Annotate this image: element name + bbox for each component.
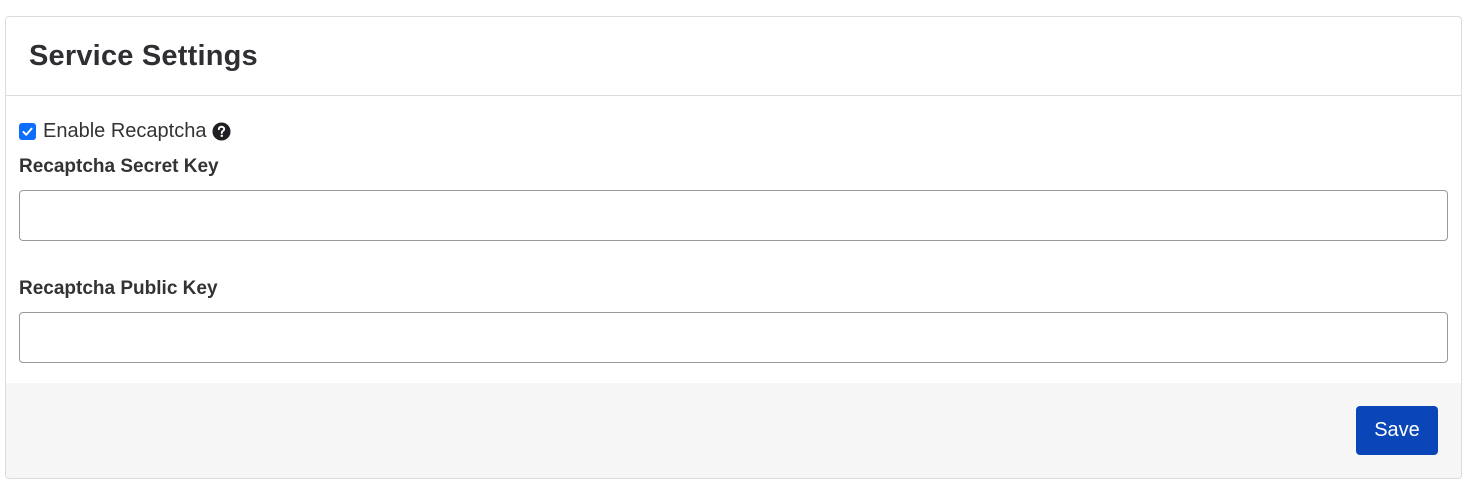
checkmark-icon	[22, 127, 33, 136]
enable-recaptcha-label[interactable]: Enable Recaptcha	[43, 120, 206, 143]
enable-recaptcha-checkbox[interactable]	[19, 122, 36, 140]
secret-key-input[interactable]	[19, 190, 1448, 241]
enable-recaptcha-row: Enable Recaptcha	[19, 118, 1448, 144]
card-footer: Save	[6, 383, 1461, 478]
public-key-label: Recaptcha Public Key	[19, 278, 218, 299]
save-button[interactable]: Save	[1356, 406, 1438, 455]
question-circle-icon[interactable]	[212, 121, 231, 141]
card-body: Enable Recaptcha Recaptcha Secret Key Re…	[6, 96, 1461, 383]
page-title: Service Settings	[29, 39, 258, 72]
card-header: Service Settings	[6, 17, 1461, 96]
service-settings-card: Service Settings Enable Recaptcha Recapt…	[5, 16, 1462, 479]
secret-key-label: Recaptcha Secret Key	[19, 156, 219, 177]
public-key-input[interactable]	[19, 312, 1448, 363]
